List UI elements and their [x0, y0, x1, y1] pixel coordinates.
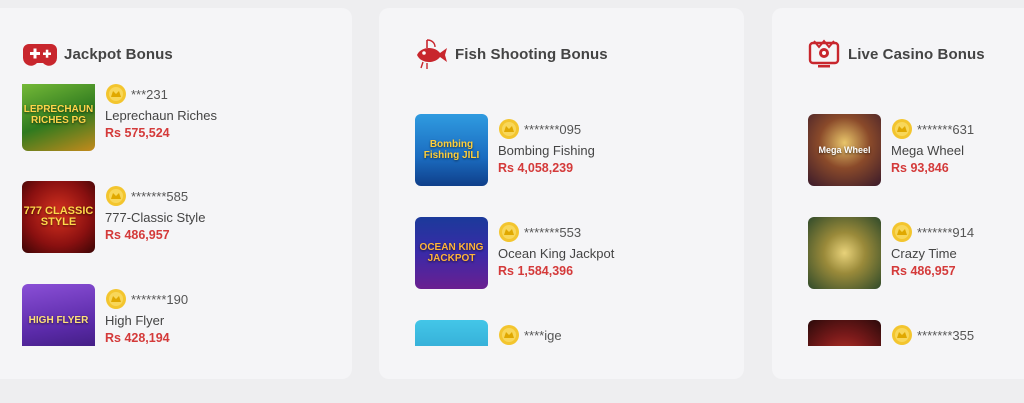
- winners-list: Bombing Fishing JILI *******095 Bombing …: [415, 84, 734, 346]
- username: *******585: [131, 188, 189, 204]
- username: ***231: [131, 86, 168, 102]
- game-name: 777-Classic Style: [105, 210, 206, 225]
- fish-shooting-bonus-card: Fish Shooting Bonus Bombing Fishing JILI…: [379, 8, 744, 379]
- list-item[interactable]: *******355: [808, 320, 1024, 346]
- game-name: Mega Wheel: [891, 143, 964, 158]
- username: *******190: [131, 291, 189, 307]
- win-amount: Rs 1,584,396: [498, 264, 574, 278]
- game-name: Ocean King Jackpot: [498, 246, 615, 261]
- game-thumbnail[interactable]: 777 CLASSIC STYLE: [22, 181, 95, 253]
- game-thumbnail[interactable]: OCEAN KING JACKPOT: [415, 217, 488, 289]
- game-thumbnail[interactable]: HIGH FLYER: [22, 284, 95, 346]
- game-name: High Flyer: [105, 313, 165, 328]
- live-casino-bonus-card: Live Casino Bonus Mega Wheel *******631 …: [772, 8, 1024, 379]
- game-thumbnail[interactable]: [808, 320, 881, 346]
- winner-info: *******553 Ocean King Jackpot Rs 1,584,3…: [498, 217, 734, 289]
- coin-icon: [106, 84, 126, 104]
- username: ****ige: [524, 327, 562, 343]
- win-amount: Rs 4,058,239: [498, 161, 574, 175]
- username: *******553: [524, 224, 582, 240]
- win-amount: Rs 575,524: [105, 126, 170, 140]
- live-casino-icon: [806, 38, 842, 70]
- coin-icon: [892, 119, 912, 139]
- coin-icon: [892, 325, 912, 345]
- winner-info: *******190 High Flyer Rs 428,194: [105, 284, 342, 346]
- coin-icon: [892, 222, 912, 242]
- coin-icon: [499, 222, 519, 242]
- win-amount: Rs 486,957: [105, 228, 170, 242]
- list-item[interactable]: HIGH FLYER *******190 High Flyer Rs 428,…: [22, 284, 342, 346]
- username: *******631: [917, 121, 975, 137]
- winner-info: *******095 Bombing Fishing Rs 4,058,239: [498, 114, 734, 186]
- card-title: Fish Shooting Bonus: [455, 45, 608, 63]
- winners-list: Mega Wheel *******631 Mega Wheel Rs 93,8…: [808, 84, 1024, 346]
- bonus-winners-section: Jackpot Bonus LEPRECHAUN RICHES PG ***23…: [0, 0, 1024, 403]
- jackpot-bonus-card: Jackpot Bonus LEPRECHAUN RICHES PG ***23…: [0, 8, 352, 379]
- game-name: Leprechaun Riches: [105, 108, 218, 123]
- list-item[interactable]: OCEAN KING JACKPOT *******553 Ocean King…: [415, 217, 734, 289]
- list-item[interactable]: 777 CLASSIC STYLE *******585 777-Classic…: [22, 181, 342, 253]
- winner-info: ***231 Leprechaun Riches Rs 575,524: [105, 84, 342, 151]
- list-item[interactable]: LEPRECHAUN RICHES PG ***231 Leprechaun R…: [22, 84, 342, 151]
- winner-info: ****ige: [498, 320, 734, 346]
- coin-icon: [106, 186, 126, 206]
- winner-info: *******585 777-Classic Style Rs 486,957: [105, 181, 342, 253]
- card-title: Jackpot Bonus: [64, 45, 173, 63]
- list-item[interactable]: Bombing Fishing JILI *******095 Bombing …: [415, 114, 734, 186]
- game-thumbnail[interactable]: [808, 217, 881, 289]
- username: *******355: [917, 327, 975, 343]
- card-header: Live Casino Bonus: [806, 36, 985, 72]
- win-amount: Rs 428,194: [105, 331, 170, 345]
- coin-icon: [499, 325, 519, 345]
- game-thumbnail[interactable]: LEPRECHAUN RICHES PG: [22, 84, 95, 151]
- win-amount: Rs 93,846: [891, 161, 949, 175]
- username: *******914: [917, 224, 975, 240]
- winner-info: *******631 Mega Wheel Rs 93,846: [891, 114, 1024, 186]
- username: *******095: [524, 121, 582, 137]
- list-item[interactable]: ****ige: [415, 320, 734, 346]
- win-amount: Rs 486,957: [891, 264, 956, 278]
- game-thumbnail[interactable]: Mega Wheel: [808, 114, 881, 186]
- winner-info: *******914 Crazy Time Rs 486,957: [891, 217, 1024, 289]
- game-name: Bombing Fishing: [498, 143, 595, 158]
- card-title: Live Casino Bonus: [848, 45, 985, 63]
- card-header: Fish Shooting Bonus: [413, 36, 608, 72]
- winners-list: LEPRECHAUN RICHES PG ***231 Leprechaun R…: [22, 84, 342, 346]
- fish-icon: [413, 38, 449, 70]
- coin-icon: [106, 289, 126, 309]
- game-name: Crazy Time: [891, 246, 957, 261]
- game-thumbnail[interactable]: Bombing Fishing JILI: [415, 114, 488, 186]
- card-header: Jackpot Bonus: [22, 36, 173, 72]
- winner-info: *******355: [891, 320, 1024, 346]
- game-thumbnail[interactable]: [415, 320, 488, 346]
- list-item[interactable]: *******914 Crazy Time Rs 486,957: [808, 217, 1024, 289]
- gamepad-icon: [22, 38, 58, 70]
- list-item[interactable]: Mega Wheel *******631 Mega Wheel Rs 93,8…: [808, 114, 1024, 186]
- coin-icon: [499, 119, 519, 139]
